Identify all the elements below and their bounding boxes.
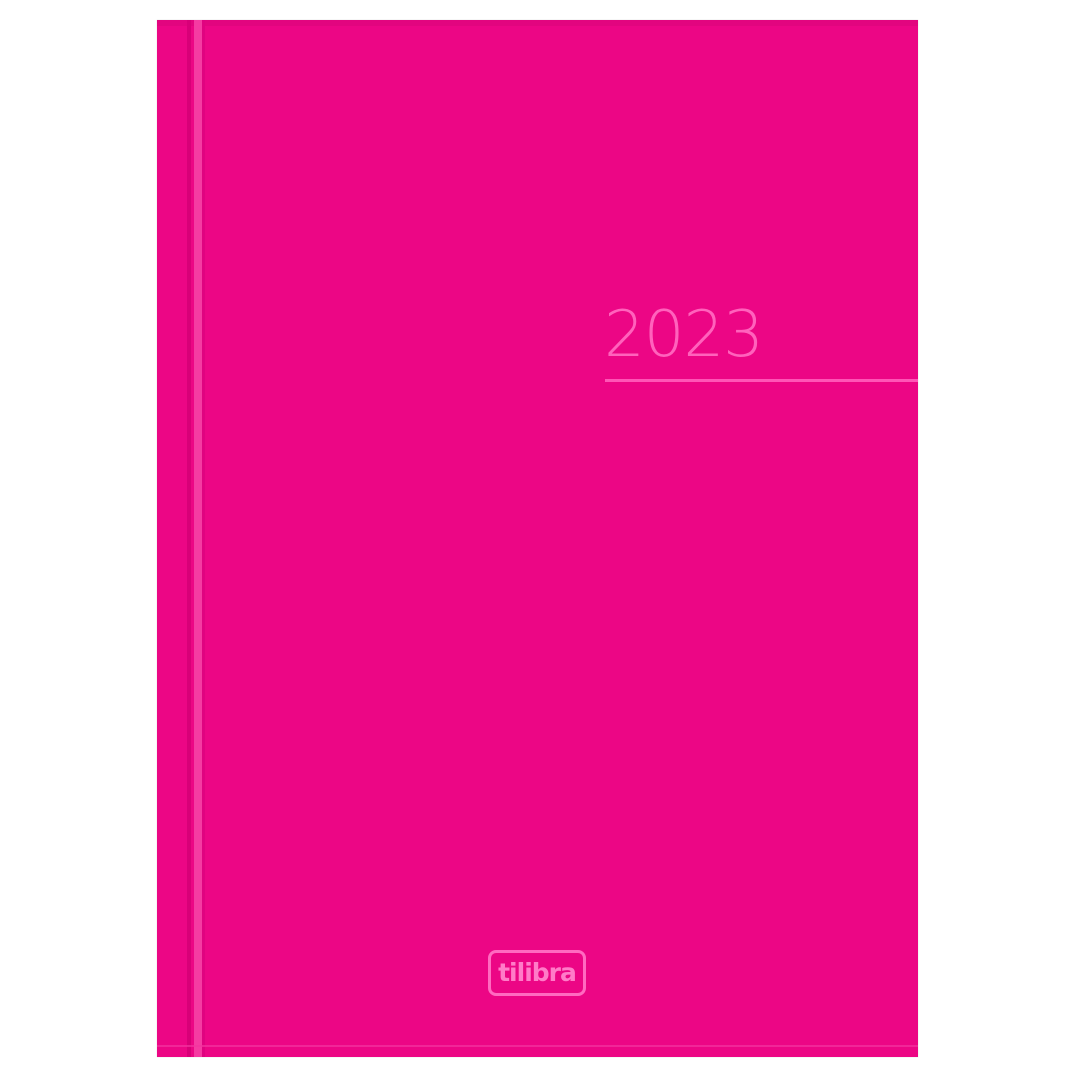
top-edge [157,20,918,26]
brand-logo: tilibra [488,950,586,996]
year-underline [605,379,918,382]
spine-highlight [194,20,202,1057]
bottom-edge [157,1045,918,1047]
planner-cover: 2023 tilibra [157,20,918,1057]
spine-groove [187,20,191,1057]
cover-year: 2023 [604,298,764,372]
spine-shadow [202,20,205,1057]
